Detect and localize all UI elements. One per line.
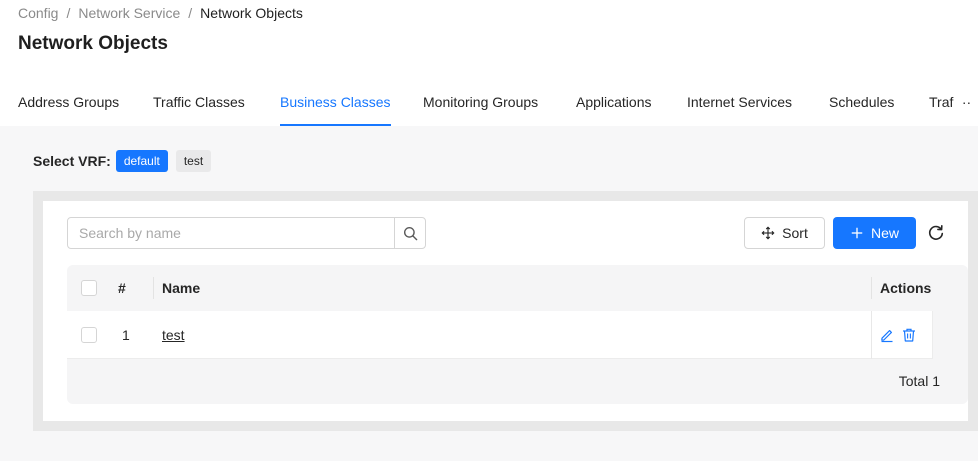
vrf-option-test[interactable]: test (175, 150, 212, 172)
breadcrumb-item-current: Network Objects (200, 5, 303, 21)
breadcrumb: Config / Network Service / Network Objec… (18, 5, 303, 21)
panel-frame: Sort New # Name A (33, 191, 978, 431)
tab-schedules[interactable]: Schedules (829, 94, 894, 110)
search-input[interactable] (68, 218, 394, 248)
search-icon (403, 226, 417, 240)
business-classes-table: # Name Actions 1 test Total 1 (67, 265, 968, 404)
tab-bar: Address Groups Traffic Classes Business … (0, 86, 978, 126)
refresh-icon[interactable] (926, 223, 946, 243)
vrf-selector: Select VRF: default test (33, 150, 219, 172)
search-button[interactable] (394, 218, 425, 248)
vrf-label: Select VRF: (33, 153, 111, 169)
table-header: # Name Actions (67, 265, 968, 311)
tab-monitoring-groups[interactable]: Monitoring Groups (423, 94, 538, 110)
content-area: Select VRF: default test Search by name … (0, 126, 978, 461)
row-name-link[interactable]: test (162, 311, 185, 359)
move-icon (761, 226, 775, 240)
fixed-column-divider (871, 311, 872, 359)
page-header: Config / Network Service / Network Objec… (0, 0, 978, 126)
breadcrumb-separator: / (188, 5, 193, 21)
breadcrumb-item-config[interactable]: Config (18, 5, 58, 21)
sort-button[interactable]: Sort (744, 217, 825, 249)
tab-applications[interactable]: Applications (576, 94, 652, 110)
select-all-checkbox[interactable] (81, 280, 97, 296)
search-box (67, 217, 426, 249)
row-checkbox[interactable] (81, 327, 97, 343)
column-header-actions: Actions (880, 280, 932, 296)
vrf-option-default[interactable]: default (115, 150, 168, 172)
sort-button-label: Sort (782, 225, 808, 241)
column-divider (871, 277, 872, 299)
tab-internet-services[interactable]: Internet Services (687, 94, 792, 110)
row-index: 1 (122, 327, 130, 343)
tab-business-classes[interactable]: Business Classes (280, 94, 391, 110)
tabs-more-button[interactable]: ·· (955, 84, 978, 124)
column-divider (153, 277, 154, 299)
new-button[interactable]: New (833, 217, 916, 249)
table-footer: Total 1 (67, 359, 968, 404)
column-header-name[interactable]: Name (162, 265, 200, 311)
trash-icon[interactable] (901, 327, 917, 343)
tab-traffic-classes[interactable]: Traffic Classes (153, 94, 245, 110)
page-title: Network Objects (18, 33, 168, 54)
breadcrumb-item-network-service[interactable]: Network Service (78, 5, 180, 21)
total-count: Total 1 (898, 373, 940, 389)
tab-traffic-truncated[interactable]: Traf (929, 94, 953, 110)
edit-icon[interactable] (879, 327, 895, 343)
business-classes-panel: Sort New # Name A (43, 201, 968, 421)
column-header-index: # (118, 280, 126, 296)
plus-icon (851, 227, 863, 239)
table-row: 1 test (67, 311, 968, 359)
breadcrumb-separator: / (66, 5, 71, 21)
table-scroll-gutter (932, 311, 968, 359)
new-button-label: New (870, 225, 899, 241)
tab-address-groups[interactable]: Address Groups (18, 94, 119, 110)
